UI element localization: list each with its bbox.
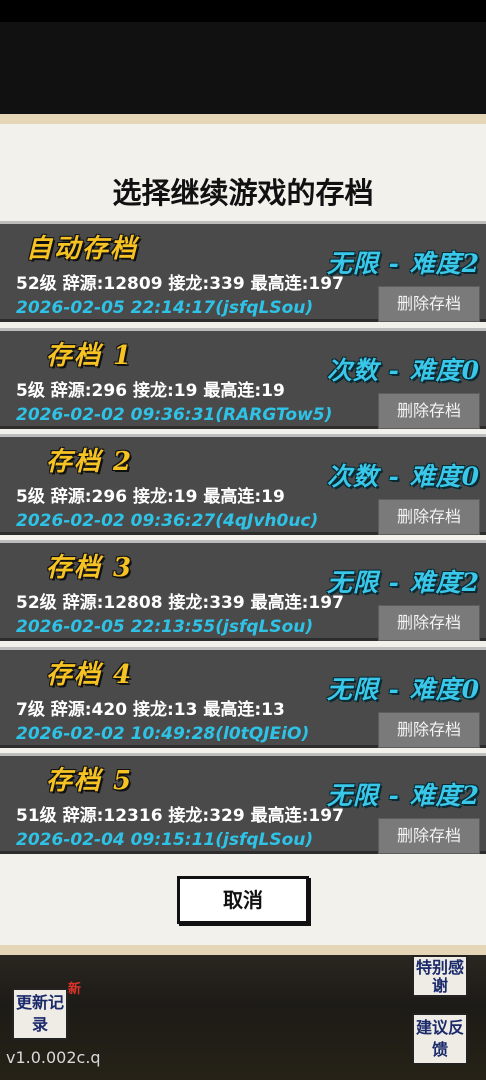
slot-mode: 次数 - 难度0 [326,356,480,385]
update-log-button[interactable]: 更新记录 [12,988,68,1040]
delete-save-button[interactable]: 删除存档 [378,605,480,641]
slot-name: 自动存档 [26,234,139,264]
cancel-button[interactable]: 取消 [177,876,309,924]
thanks-label: 特别感谢 [415,958,464,995]
delete-save-button[interactable]: 删除存档 [378,286,480,322]
slot-timestamp: 2026-02-04 09:15:11(jsfqLSou) [16,830,314,850]
save-slot-2[interactable]: 存档 2 次数 - 难度0 5级 辞源:296 接龙:19 最高连:19 202… [0,434,486,535]
dialog-title: 选择继续游戏的存档 [112,176,374,210]
slot-mode: 无限 - 难度0 [326,675,480,704]
slot-timestamp: 2026-02-05 22:13:55(jsfqLSou) [16,617,314,637]
slot-name: 存档 5 [46,766,134,796]
slot-stats: 5级 辞源:296 接龙:19 最高连:19 [16,487,285,507]
slot-mode: 无限 - 难度2 [326,781,480,810]
slot-stats: 52级 辞源:12808 接龙:339 最高连:197 [16,593,344,613]
feedback-button[interactable]: 建议反馈 [412,1013,468,1065]
slot-timestamp: 2026-02-02 10:49:28(l0tQJEiO) [16,724,310,744]
save-slot-3[interactable]: 存档 3 无限 - 难度2 52级 辞源:12808 接龙:339 最高连:19… [0,540,486,641]
feedback-label: 建议反馈 [415,1018,464,1059]
delete-save-button[interactable]: 删除存档 [378,818,480,854]
slot-stats: 52级 辞源:12809 接龙:339 最高连:197 [16,274,344,294]
delete-save-button[interactable]: 删除存档 [378,712,480,748]
slot-mode: 无限 - 难度2 [326,249,480,278]
status-bar-area [0,0,486,22]
save-slot-5[interactable]: 存档 5 无限 - 难度2 51级 辞源:12316 接龙:329 最高连:19… [0,753,486,854]
delete-save-button[interactable]: 删除存档 [378,499,480,535]
save-slot-auto[interactable]: 自动存档 无限 - 难度2 52级 辞源:12809 接龙:339 最高连:19… [0,221,486,322]
slot-mode: 无限 - 难度2 [326,568,480,597]
save-slot-1[interactable]: 存档 1 次数 - 难度0 5级 辞源:296 接龙:19 最高连:19 202… [0,328,486,429]
slot-name: 存档 4 [46,660,134,690]
slot-mode: 次数 - 难度0 [326,462,480,491]
version-label: v1.0.002c.q [6,1048,101,1067]
slot-timestamp: 2026-02-02 09:36:27(4qJvh0uc) [16,511,319,531]
save-slot-4[interactable]: 存档 4 无限 - 难度0 7级 辞源:420 接龙:13 最高连:13 202… [0,647,486,748]
new-badge: 新 [68,982,82,997]
slot-name: 存档 3 [46,553,134,583]
slot-timestamp: 2026-02-02 09:36:31(RARGTow5) [16,405,333,425]
thanks-button[interactable]: 特别感谢 [412,955,468,997]
slot-timestamp: 2026-02-05 22:14:17(jsfqLSou) [16,298,314,318]
update-log-label: 更新记录 [15,993,64,1034]
game-backdrop-top [0,22,486,114]
slot-name: 存档 2 [46,447,134,477]
slot-stats: 5级 辞源:296 接龙:19 最高连:19 [16,381,285,401]
save-select-dialog: 选择继续游戏的存档 自动存档 无限 - 难度2 52级 辞源:12809 接龙:… [0,114,486,955]
delete-save-button[interactable]: 删除存档 [378,393,480,429]
slot-name: 存档 1 [46,341,134,371]
slot-stats: 51级 辞源:12316 接龙:329 最高连:197 [16,806,344,826]
slot-stats: 7级 辞源:420 接龙:13 最高连:13 [16,700,285,720]
